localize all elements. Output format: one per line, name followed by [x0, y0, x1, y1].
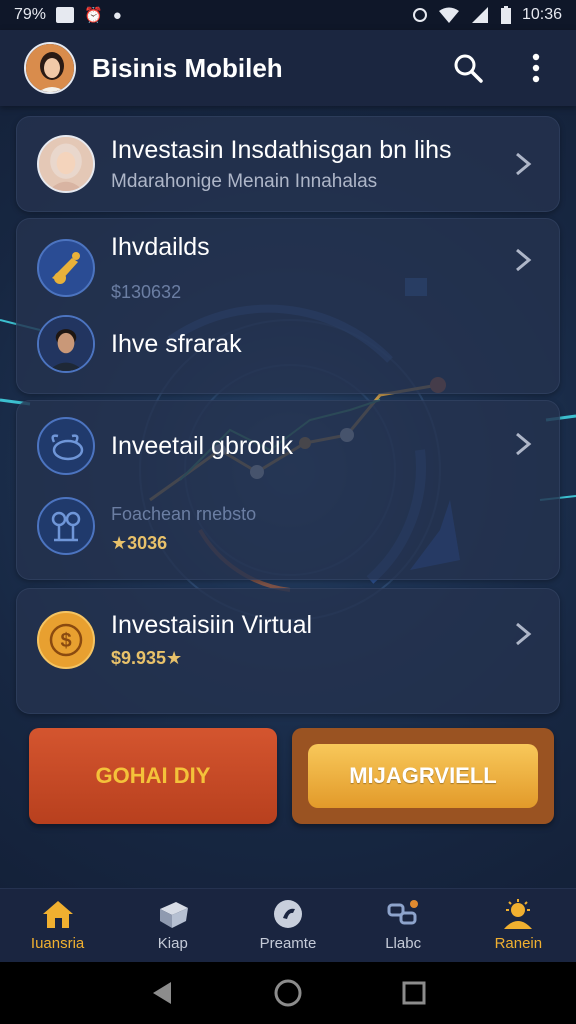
- investment-card-2[interactable]: Ihvdailds $130632 Ihve sfrarak: [16, 218, 560, 394]
- secondary-action-button[interactable]: MIJAGRVIELL: [292, 728, 554, 824]
- home-circle-icon[interactable]: [273, 978, 303, 1008]
- investment-card-4[interactable]: $ Investaisiin Virtual $9.935★: [16, 588, 560, 714]
- home-icon: [42, 901, 73, 928]
- svg-text:$: $: [60, 630, 71, 652]
- nav-item-home[interactable]: Iuansria: [8, 899, 108, 952]
- card-amount: $9.935★: [111, 648, 183, 668]
- nav-label: Ranein: [494, 935, 543, 952]
- list-item-text: Inveetail gbrodik: [111, 432, 293, 461]
- man-avatar-icon: [37, 315, 95, 373]
- bull-icon: [37, 417, 95, 475]
- link-icon: [387, 900, 419, 925]
- search-button[interactable]: [452, 52, 484, 84]
- status-left: 79% ⏰ ●: [14, 6, 122, 24]
- nav-label: Kiap: [157, 935, 188, 952]
- cube-icon: [159, 902, 188, 928]
- list-item[interactable]: Inveetail gbrodik: [37, 417, 293, 475]
- status-bar: 79% ⏰ ● 10:36: [0, 0, 576, 30]
- card-title: Inveetail gbrodik: [111, 431, 294, 460]
- notification-dot-icon: ●: [112, 6, 122, 24]
- chevron-right-icon[interactable]: [513, 247, 533, 273]
- alarm-icon: ⏰: [84, 7, 103, 24]
- nav-label: Preamte: [259, 935, 317, 952]
- nav-item-kiap[interactable]: Kiap: [123, 899, 223, 952]
- coin-icon: $: [37, 611, 95, 669]
- more-vert-icon: [532, 53, 540, 83]
- status-right: 10:36: [412, 6, 562, 24]
- card-title: Ihvdailds: [111, 233, 210, 261]
- header-actions: [452, 52, 552, 84]
- list-item[interactable]: Foachean rnebsto ★3036: [37, 497, 256, 555]
- battery-icon: [500, 6, 511, 24]
- card-title: Investaisiin Virtual: [111, 611, 313, 639]
- tools-icon: [37, 497, 95, 555]
- status-time: 10:36: [521, 6, 562, 23]
- search-icon: [454, 54, 483, 83]
- list-item-text: Investaisiin Virtual $9.935★: [111, 611, 312, 669]
- woman-avatar-icon: [37, 135, 95, 193]
- phone-icon: [273, 900, 302, 928]
- battery-percent: 79%: [14, 6, 47, 23]
- bottom-navigation: Iuansria Kiap Preamte Llabc Ranein: [0, 888, 576, 962]
- wifi-icon: [438, 7, 459, 23]
- trumpet-icon: [37, 239, 95, 297]
- card-subtitle: Mdarahonige Menain Innahalas: [111, 170, 378, 192]
- app-header: Bisinis Mobileh: [0, 30, 576, 106]
- primary-action-button[interactable]: GOHAI DIY: [29, 728, 277, 824]
- back-icon[interactable]: [149, 980, 175, 1006]
- list-item-text: Ihvdailds $130632: [111, 233, 210, 303]
- investment-card-3[interactable]: Inveetail gbrodik Foachean rnebsto ★3036: [16, 400, 560, 580]
- nav-label: Llabc: [385, 935, 422, 952]
- chevron-right-icon[interactable]: [513, 431, 533, 457]
- nav-item-ranein[interactable]: Ranein: [468, 899, 568, 952]
- chevron-right-icon[interactable]: [513, 151, 533, 177]
- signal-icon: [471, 7, 488, 23]
- nav-label: Iuansria: [30, 935, 85, 952]
- list-item-text: Investasin Insdathisgan bn lihs Mdarahon…: [111, 136, 452, 193]
- woman-avatar-icon: [26, 44, 74, 92]
- card-title: Investasin Insdathisgan bn lihs: [111, 135, 452, 164]
- card-amount: ★3036: [111, 533, 168, 553]
- investment-card-1[interactable]: Investasin Insdathisgan bn lihs Mdarahon…: [16, 116, 560, 212]
- card-amount: $130632: [111, 282, 182, 302]
- chevron-right-icon[interactable]: [513, 621, 533, 647]
- list-item[interactable]: Investasin Insdathisgan bn lihs Mdarahon…: [37, 135, 452, 193]
- secondary-action-label: MIJAGRVIELL: [308, 744, 538, 808]
- vibrate-icon: [412, 8, 427, 22]
- nav-item-preamte[interactable]: Preamte: [238, 899, 338, 952]
- recents-icon[interactable]: [401, 980, 427, 1006]
- app-screen: 79% ⏰ ● 10:36 Bisinis Mobileh Investasin…: [0, 0, 576, 1024]
- list-item-text: Foachean rnebsto ★3036: [111, 498, 256, 554]
- user-avatar[interactable]: [24, 42, 76, 94]
- card-subtitle: Foachean rnebsto: [111, 504, 257, 524]
- profile-icon: [504, 899, 533, 929]
- nav-item-llabc[interactable]: Llabc: [353, 899, 453, 952]
- list-item[interactable]: Ihve sfrarak: [37, 315, 242, 373]
- card-title: Ihve sfrarak: [111, 329, 242, 358]
- list-item[interactable]: Ihvdailds $130632: [37, 233, 210, 303]
- list-item-text: Ihve sfrarak: [111, 330, 242, 359]
- app-title: Bisinis Mobileh: [92, 52, 283, 83]
- more-options-button[interactable]: [520, 52, 552, 84]
- list-item[interactable]: $ Investaisiin Virtual $9.935★: [37, 611, 312, 669]
- system-navigation-bar: [0, 962, 576, 1024]
- notification-icon: [56, 7, 75, 23]
